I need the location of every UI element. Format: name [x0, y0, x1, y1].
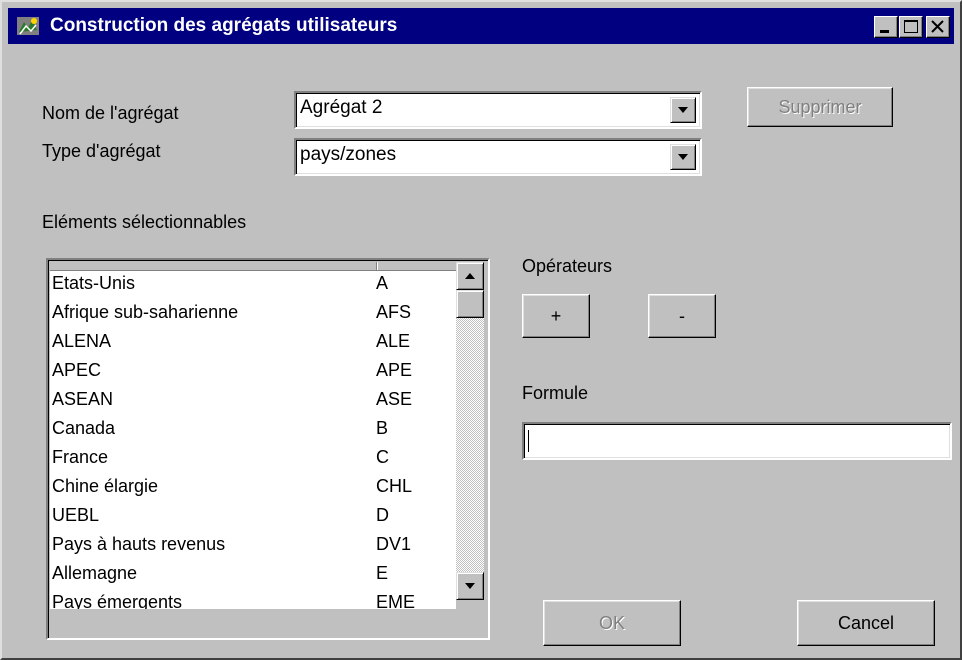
app-icon[interactable]: [16, 14, 42, 38]
selectable-elements-label: Eléments sélectionnables: [42, 212, 247, 232]
list-item-name: APEC: [52, 360, 102, 380]
ok-button-label: OK: [598, 612, 625, 633]
list-item[interactable]: ASEAN ASE: [50, 387, 456, 416]
minus-operator-label: -: [679, 305, 685, 326]
list-item-code: B: [376, 418, 389, 438]
list-scrollbar[interactable]: [456, 262, 484, 600]
list-item[interactable]: ALENA ALE: [50, 329, 456, 358]
list-horizontal-area: [50, 609, 456, 636]
list-item-name: UEBL: [52, 505, 100, 525]
list-item[interactable]: Allemagne E: [50, 561, 456, 590]
list-item[interactable]: Afrique sub-saharienne AFS: [50, 300, 456, 329]
column-divider[interactable]: [376, 262, 377, 270]
list-item-code: ALE: [376, 331, 411, 351]
list-item-code: AFS: [376, 302, 412, 322]
minimize-button[interactable]: [874, 16, 898, 38]
list-item-name: Chine élargie: [52, 476, 159, 496]
close-icon: [931, 20, 944, 33]
close-button[interactable]: [926, 16, 950, 38]
selectable-elements-list[interactable]: Etats-Unis A Afrique sub-saharienne AFS …: [46, 258, 490, 640]
list-item[interactable]: Pays à hauts revenus DV1: [50, 532, 456, 561]
formula-label: Formule: [522, 383, 589, 403]
aggregate-type-label: Type d'agrégat: [42, 141, 161, 161]
chevron-down-icon: [678, 154, 688, 160]
list-item-code: EME: [376, 592, 416, 609]
scroll-up-button[interactable]: [456, 262, 484, 290]
aggregate-name-combobox[interactable]: Agrégat 2: [294, 91, 702, 129]
list-item-code: DV1: [376, 534, 412, 554]
arrow-down-icon: [465, 583, 475, 589]
aggregate-name-dropdown-button[interactable]: [670, 97, 696, 123]
delete-button-label: Supprimer: [778, 96, 862, 117]
formula-input[interactable]: [522, 422, 952, 460]
minus-operator-button[interactable]: -: [648, 294, 716, 338]
list-item[interactable]: Canada B: [50, 416, 456, 445]
list-item[interactable]: Chine élargie CHL: [50, 474, 456, 503]
aggregate-type-combobox[interactable]: pays/zones: [294, 138, 702, 176]
list-item-name: Etats-Unis: [52, 273, 136, 293]
list-item-code: ASE: [376, 389, 413, 409]
plus-operator-button[interactable]: +: [522, 294, 590, 338]
list-item-code: D: [376, 505, 389, 525]
cancel-button[interactable]: Cancel: [797, 600, 935, 646]
list-item-code: E: [376, 563, 389, 583]
list-item[interactable]: APEC APE: [50, 358, 456, 387]
list-item-name: Pays émergents: [52, 592, 183, 609]
list-item[interactable]: France C: [50, 445, 456, 474]
delete-button[interactable]: Supprimer: [747, 87, 893, 127]
maximize-icon: [904, 20, 918, 33]
list-item-name: ALENA: [52, 331, 112, 351]
list-item-name: Afrique sub-saharienne: [52, 302, 239, 322]
list-item[interactable]: Etats-Unis A: [50, 271, 456, 300]
scroll-down-button[interactable]: [456, 572, 484, 600]
list-item[interactable]: UEBL D: [50, 503, 456, 532]
text-caret: [528, 430, 529, 452]
list-item-name: Canada: [52, 418, 116, 438]
cancel-button-label: Cancel: [837, 612, 895, 633]
title-bar[interactable]: Construction des agrégats utilisateurs: [8, 8, 954, 44]
dialog-window: Construction des agrégats utilisateurs N…: [0, 0, 962, 660]
window-title: Construction des agrégats utilisateurs: [50, 15, 398, 36]
list-item-code: CHL: [376, 476, 413, 496]
operators-label: Opérateurs: [522, 256, 613, 276]
aggregate-type-dropdown-button[interactable]: [670, 144, 696, 170]
list-item-code: APE: [376, 360, 413, 380]
list-column-header[interactable]: [50, 262, 456, 271]
plus-operator-label: +: [550, 305, 562, 326]
maximize-button[interactable]: [899, 16, 923, 38]
list-item[interactable]: Pays émergents EME: [50, 590, 456, 609]
aggregate-name-value: Agrégat 2: [300, 97, 383, 118]
list-item-code: A: [376, 273, 389, 293]
list-body[interactable]: Etats-Unis A Afrique sub-saharienne AFS …: [50, 271, 456, 609]
list-item-name: Pays à hauts revenus: [52, 534, 226, 554]
minimize-icon: [880, 30, 889, 33]
scrollbar-thumb[interactable]: [456, 290, 484, 318]
list-item-name: France: [52, 447, 109, 467]
list-item-name: Allemagne: [52, 563, 138, 583]
ok-button[interactable]: OK: [543, 600, 681, 646]
aggregate-name-label: Nom de l'agrégat: [42, 103, 179, 123]
list-item-code: C: [376, 447, 389, 467]
arrow-up-icon: [465, 273, 475, 279]
list-item-name: ASEAN: [52, 389, 114, 409]
chevron-down-icon: [678, 107, 688, 113]
aggregate-type-value: pays/zones: [300, 144, 397, 165]
